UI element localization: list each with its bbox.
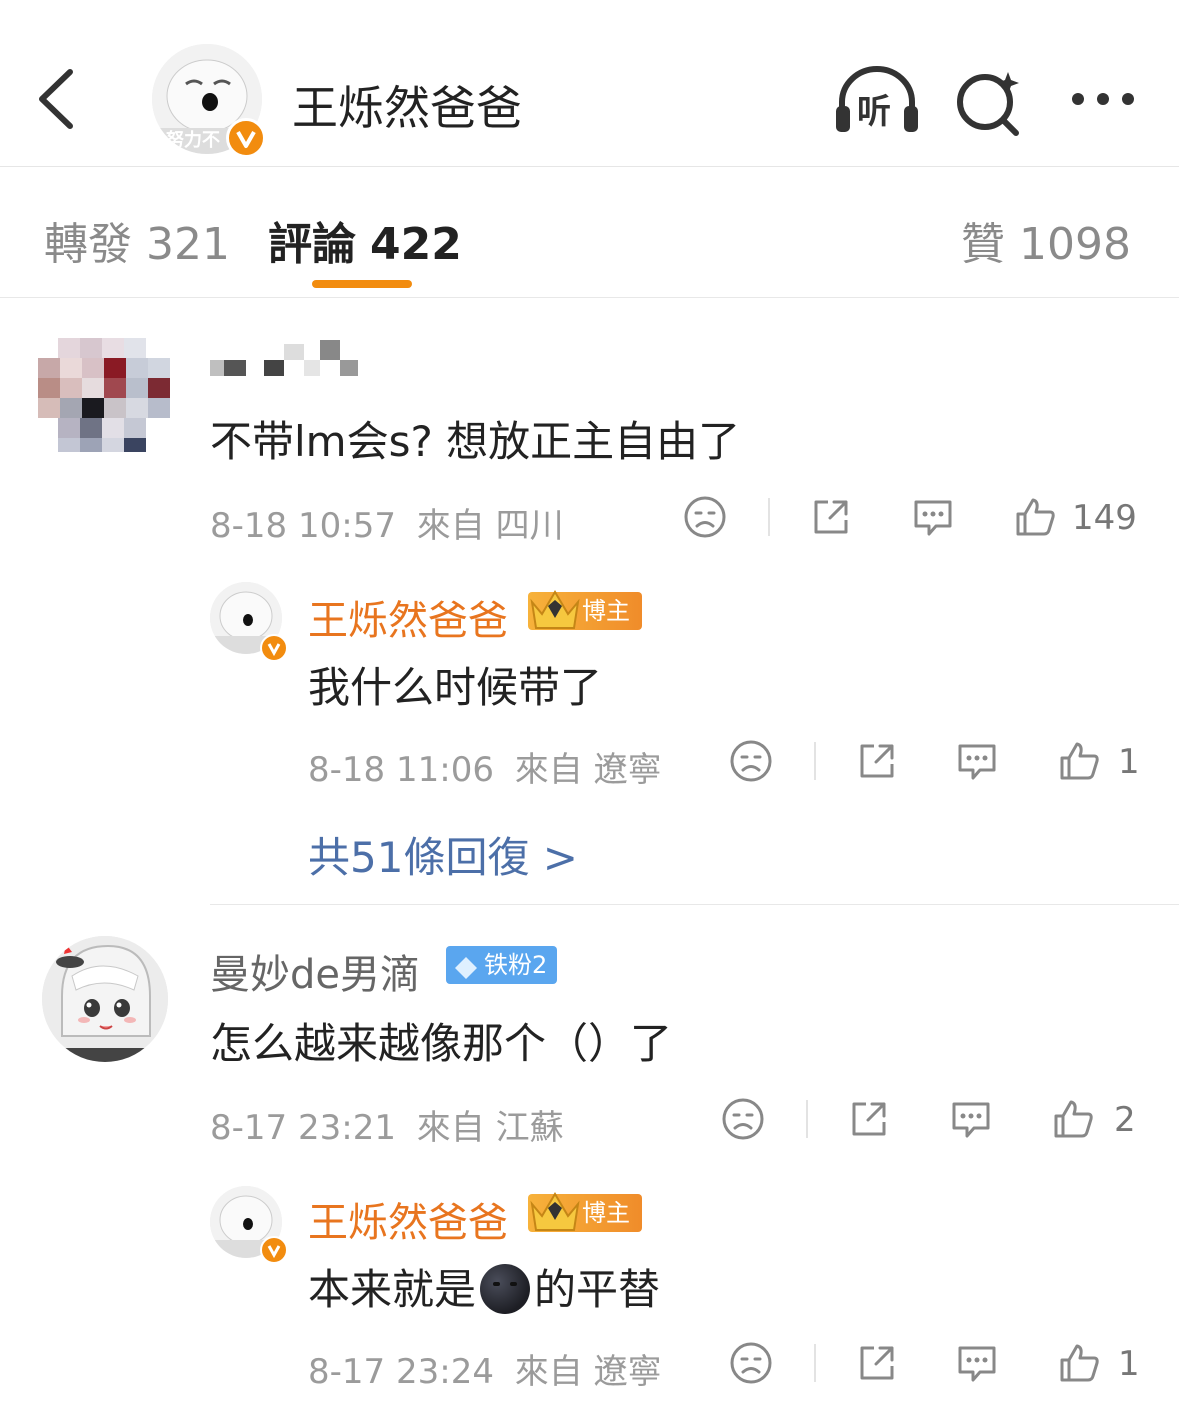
comment-time: 8-17 23:21	[210, 1108, 396, 1148]
page-title: 王烁然爸爸	[292, 81, 522, 135]
comment-meta: 8-17 23:21 來自 江蘇	[210, 1100, 564, 1149]
commenter-name-pixelated[interactable]	[210, 340, 360, 378]
reply-meta: 8-17 23:24 來自 遼寧	[308, 1344, 662, 1393]
fan-badge: 铁粉2	[446, 946, 558, 984]
reply-author-name[interactable]: 王烁然爸爸	[308, 1190, 508, 1248]
share-icon[interactable]	[854, 738, 900, 784]
commenter-avatar-pixelated[interactable]	[38, 338, 170, 452]
share-icon[interactable]	[854, 1340, 900, 1386]
comment-meta: 8-18 10:57 來自 四川	[210, 498, 564, 547]
crown-icon	[528, 584, 582, 634]
search-icon[interactable]	[952, 66, 1026, 136]
reply-time: 8-17 23:24	[308, 1352, 494, 1392]
reply-text: 我什么时候带了	[308, 663, 603, 712]
reply-text-part: 的平替	[534, 1265, 661, 1314]
back-icon[interactable]	[30, 66, 90, 132]
share-icon[interactable]	[808, 494, 854, 540]
tab-reposts[interactable]: 轉發 321	[44, 208, 230, 272]
more-options-icon[interactable]	[1068, 88, 1138, 110]
reply-location: 來自 遼寧	[514, 1352, 662, 1392]
like-icon[interactable]	[1056, 1340, 1102, 1386]
like-count: 1	[1118, 742, 1140, 782]
comment-text: 不带lm会s? 想放正主自由了	[210, 417, 741, 466]
reply-time: 8-18 11:06	[308, 750, 494, 790]
share-icon[interactable]	[846, 1096, 892, 1142]
reply-text: 本来就是 的平替	[308, 1256, 660, 1317]
like-icon[interactable]	[1056, 738, 1102, 784]
tab-likes[interactable]: 贊 1098	[961, 208, 1131, 272]
tab-comments-count: 422	[370, 219, 462, 270]
blogger-badge: 博主	[528, 1192, 642, 1232]
verified-badge-icon	[260, 1236, 288, 1264]
tab-comments-label: 評論	[268, 219, 356, 270]
action-divider	[814, 1344, 816, 1382]
like-icon[interactable]	[1012, 494, 1058, 540]
fan-badge-label: 铁粉2	[484, 951, 548, 979]
reply-text-part: 本来就是	[308, 1265, 477, 1314]
like-count: 2	[1114, 1100, 1136, 1140]
tab-comments[interactable]: 評論 422	[268, 208, 462, 272]
listen-icon[interactable]: 听	[834, 66, 920, 136]
reply-icon[interactable]	[954, 738, 1000, 784]
tab-likes-label: 贊	[961, 219, 1006, 270]
action-divider	[814, 742, 816, 780]
action-divider	[806, 1100, 808, 1138]
reply-author-name[interactable]: 王烁然爸爸	[308, 588, 508, 646]
verified-badge-icon	[260, 634, 288, 662]
dark-moon-emoji-icon	[480, 1264, 531, 1314]
comment-text: 怎么越来越像那个（）了	[210, 1019, 673, 1068]
crown-icon	[528, 1186, 582, 1236]
commenter-name[interactable]: 曼妙de男滴	[210, 942, 420, 1000]
active-tab-indicator	[312, 280, 412, 288]
reply-icon[interactable]	[910, 494, 956, 540]
reply-meta: 8-18 11:06 來自 遼寧	[308, 742, 662, 791]
like-count: 1	[1118, 1344, 1140, 1384]
tab-reposts-label: 轉發	[44, 219, 132, 270]
action-divider	[768, 498, 770, 536]
comment-time: 8-18 10:57	[210, 506, 396, 546]
listen-label: 听	[857, 92, 891, 132]
commenter-avatar[interactable]	[42, 936, 168, 1062]
dislike-icon[interactable]	[728, 738, 774, 784]
blogger-badge-label: 博主	[582, 597, 630, 625]
dislike-icon[interactable]	[682, 494, 728, 540]
verified-badge-icon	[226, 118, 266, 158]
tab-reposts-count: 321	[146, 219, 230, 270]
tab-likes-count: 1098	[1019, 219, 1131, 270]
reply-icon[interactable]	[948, 1096, 994, 1142]
comment-divider	[210, 904, 1179, 905]
like-icon[interactable]	[1050, 1096, 1096, 1142]
diamond-icon	[454, 953, 478, 979]
blogger-badge: 博主	[528, 590, 642, 630]
view-all-replies-link[interactable]: 共51條回復 >	[308, 824, 578, 885]
reply-icon[interactable]	[954, 1340, 1000, 1386]
dislike-icon[interactable]	[728, 1340, 774, 1386]
comment-location: 來自 江蘇	[416, 1108, 564, 1148]
blogger-badge-label: 博主	[582, 1199, 630, 1227]
avatar-caption: 努力不	[166, 130, 220, 151]
like-count: 149	[1072, 498, 1137, 538]
comment-location: 來自 四川	[416, 506, 564, 546]
reply-location: 來自 遼寧	[514, 750, 662, 790]
dislike-icon[interactable]	[720, 1096, 766, 1142]
